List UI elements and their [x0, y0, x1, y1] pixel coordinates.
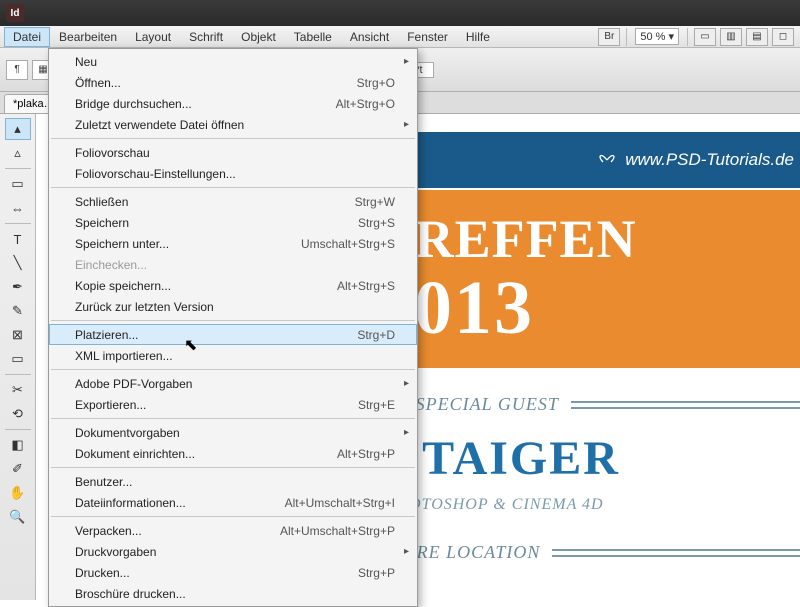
type-tool[interactable]: T — [5, 228, 31, 250]
menu-hilfe[interactable]: Hilfe — [457, 27, 499, 47]
menu-item-shortcut: Strg+W — [355, 195, 395, 209]
menu-item-label: Broschüre drucken... — [75, 587, 395, 601]
menu-item-label: Foliovorschau — [75, 146, 395, 160]
menu-item-dokumentvorgaben[interactable]: Dokumentvorgaben — [49, 422, 417, 443]
menu-item-dokument-einrichten[interactable]: Dokument einrichten...Alt+Strg+P — [49, 443, 417, 464]
menu-item-benutzer[interactable]: Benutzer... — [49, 471, 417, 492]
hand-tool[interactable]: ✋ — [5, 482, 31, 504]
menubar: DateiBearbeitenLayoutSchriftObjektTabell… — [0, 26, 800, 48]
menu-item-shortcut: Strg+D — [357, 328, 395, 342]
menu-item-einchecken: Einchecken... — [49, 254, 417, 275]
menu-item-adobe-pdf-vorgaben[interactable]: Adobe PDF-Vorgaben — [49, 373, 417, 394]
menu-item-shortcut: Strg+E — [358, 398, 395, 412]
page-tool[interactable]: ▭ — [5, 173, 31, 195]
menu-item-schlie-en[interactable]: SchließenStrg+W — [49, 191, 417, 212]
menu-fenster[interactable]: Fenster — [398, 27, 457, 47]
app-logo: Id — [6, 4, 24, 22]
menu-item-label: Exportieren... — [75, 398, 358, 412]
view-mode-button-2[interactable]: ▥ — [720, 28, 742, 46]
menu-datei[interactable]: Datei — [4, 27, 50, 47]
menu-item-label: Drucken... — [75, 566, 358, 580]
menu-item-shortcut: Alt+Umschalt+Strg+P — [280, 524, 395, 538]
pencil-tool[interactable]: ✎ — [5, 300, 31, 322]
pen-tool[interactable]: ✒ — [5, 276, 31, 298]
menu-item-label: Platzieren... — [75, 328, 357, 342]
menu-item-label: Dokumentvorgaben — [75, 426, 395, 440]
transform-tool[interactable]: ⟲ — [5, 403, 31, 425]
site-url: www.PSD-Tutorials.de — [625, 150, 794, 170]
menu-item-ffnen[interactable]: Öffnen...Strg+O — [49, 72, 417, 93]
menu-item-neu[interactable]: Neu — [49, 51, 417, 72]
menu-item-shortcut: Strg+S — [358, 216, 395, 230]
menu-item-label: Benutzer... — [75, 475, 395, 489]
menu-item-dateiinformationen[interactable]: Dateiinformationen...Alt+Umschalt+Strg+I — [49, 492, 417, 513]
screen-mode-button[interactable]: ◻ — [772, 28, 794, 46]
menu-item-speichern[interactable]: SpeichernStrg+S — [49, 212, 417, 233]
menu-layout[interactable]: Layout — [126, 27, 180, 47]
menu-item-shortcut: Alt+Strg+P — [337, 447, 395, 461]
file-menu-dropdown: NeuÖffnen...Strg+OBridge durchsuchen...A… — [48, 48, 418, 607]
eyedropper-tool[interactable]: ✐ — [5, 458, 31, 480]
frame-tool[interactable]: ⊠ — [5, 324, 31, 346]
menu-item-label: Neu — [75, 55, 395, 69]
app-titlebar: Id — [0, 0, 800, 26]
menu-item-label: Kopie speichern... — [75, 279, 337, 293]
menu-item-shortcut: Alt+Strg+O — [336, 97, 395, 111]
menu-item-label: Schließen — [75, 195, 355, 209]
menu-item-label: Speichern — [75, 216, 358, 230]
menu-item-label: Adobe PDF-Vorgaben — [75, 377, 395, 391]
menu-item-shortcut: Alt+Umschalt+Strg+I — [285, 496, 395, 510]
paragraph-style-icon[interactable]: ¶ — [6, 60, 28, 80]
view-mode-button-1[interactable]: ▭ — [694, 28, 716, 46]
menu-item-shortcut: Alt+Strg+S — [337, 279, 395, 293]
workspace-switch[interactable]: Br — [598, 28, 620, 46]
menu-item-label: Foliovorschau-Einstellungen... — [75, 167, 395, 181]
menu-item-drucken[interactable]: Drucken...Strg+P — [49, 562, 417, 583]
menu-item-label: Druckvorgaben — [75, 545, 395, 559]
gradient-tool[interactable]: ◧ — [5, 434, 31, 456]
menu-item-label: Dokument einrichten... — [75, 447, 337, 461]
menu-item-foliovorschau-einstellungen[interactable]: Foliovorschau-Einstellungen... — [49, 163, 417, 184]
selection-tool[interactable]: ▴ — [5, 118, 31, 140]
menu-item-xml-importieren[interactable]: XML importieren... — [49, 345, 417, 366]
gap-tool[interactable]: ⇔ — [5, 197, 31, 219]
menu-item-label: Verpacken... — [75, 524, 280, 538]
menu-item-shortcut: Strg+O — [357, 76, 395, 90]
menu-item-label: XML importieren... — [75, 349, 395, 363]
menu-item-label: Dateiinformationen... — [75, 496, 285, 510]
menu-item-druckvorgaben[interactable]: Druckvorgaben — [49, 541, 417, 562]
menu-item-label: Zurück zur letzten Version — [75, 300, 395, 314]
menu-item-speichern-unter[interactable]: Speichern unter...Umschalt+Strg+S — [49, 233, 417, 254]
menu-item-verpacken[interactable]: Verpacken...Alt+Umschalt+Strg+P — [49, 520, 417, 541]
menu-item-bridge-durchsuchen[interactable]: Bridge durchsuchen...Alt+Strg+O — [49, 93, 417, 114]
menu-objekt[interactable]: Objekt — [232, 27, 285, 47]
menu-item-kopie-speichern[interactable]: Kopie speichern...Alt+Strg+S — [49, 275, 417, 296]
menu-item-shortcut: Strg+P — [358, 566, 395, 580]
menu-item-label: Speichern unter... — [75, 237, 301, 251]
line-tool[interactable]: ╲ — [5, 252, 31, 274]
zoom-level-field[interactable]: 50 % ▾ — [635, 28, 679, 45]
zoom-tool[interactable]: 🔍 — [5, 506, 31, 528]
scissors-tool[interactable]: ✂ — [5, 379, 31, 401]
menu-bearbeiten[interactable]: Bearbeiten — [50, 27, 126, 47]
menu-item-zur-ck-zur-letzten-version[interactable]: Zurück zur letzten Version — [49, 296, 417, 317]
menu-item-zuletzt-verwendete-datei-ffnen[interactable]: Zuletzt verwendete Datei öffnen — [49, 114, 417, 135]
direct-select-tool[interactable]: ▵ — [5, 142, 31, 164]
menu-schrift[interactable]: Schrift — [180, 27, 232, 47]
butterfly-icon — [597, 150, 617, 170]
menu-item-exportieren[interactable]: Exportieren...Strg+E — [49, 394, 417, 415]
menu-item-label: Einchecken... — [75, 258, 395, 272]
menu-item-label: Zuletzt verwendete Datei öffnen — [75, 118, 395, 132]
rect-tool[interactable]: ▭ — [5, 348, 31, 370]
view-mode-button-3[interactable]: ▤ — [746, 28, 768, 46]
menu-item-platzieren[interactable]: Platzieren...Strg+D — [49, 324, 417, 345]
menu-item-brosch-re-drucken[interactable]: Broschüre drucken... — [49, 583, 417, 604]
menu-item-label: Bridge durchsuchen... — [75, 97, 336, 111]
menu-item-foliovorschau[interactable]: Foliovorschau — [49, 142, 417, 163]
toolbox: ▴ ▵ ▭ ⇔ T ╲ ✒ ✎ ⊠ ▭ ✂ ⟲ ◧ ✐ ✋ 🔍 — [0, 114, 36, 600]
menu-tabelle[interactable]: Tabelle — [285, 27, 341, 47]
menu-item-label: Öffnen... — [75, 76, 357, 90]
menu-item-shortcut: Umschalt+Strg+S — [301, 237, 395, 251]
menu-ansicht[interactable]: Ansicht — [341, 27, 398, 47]
